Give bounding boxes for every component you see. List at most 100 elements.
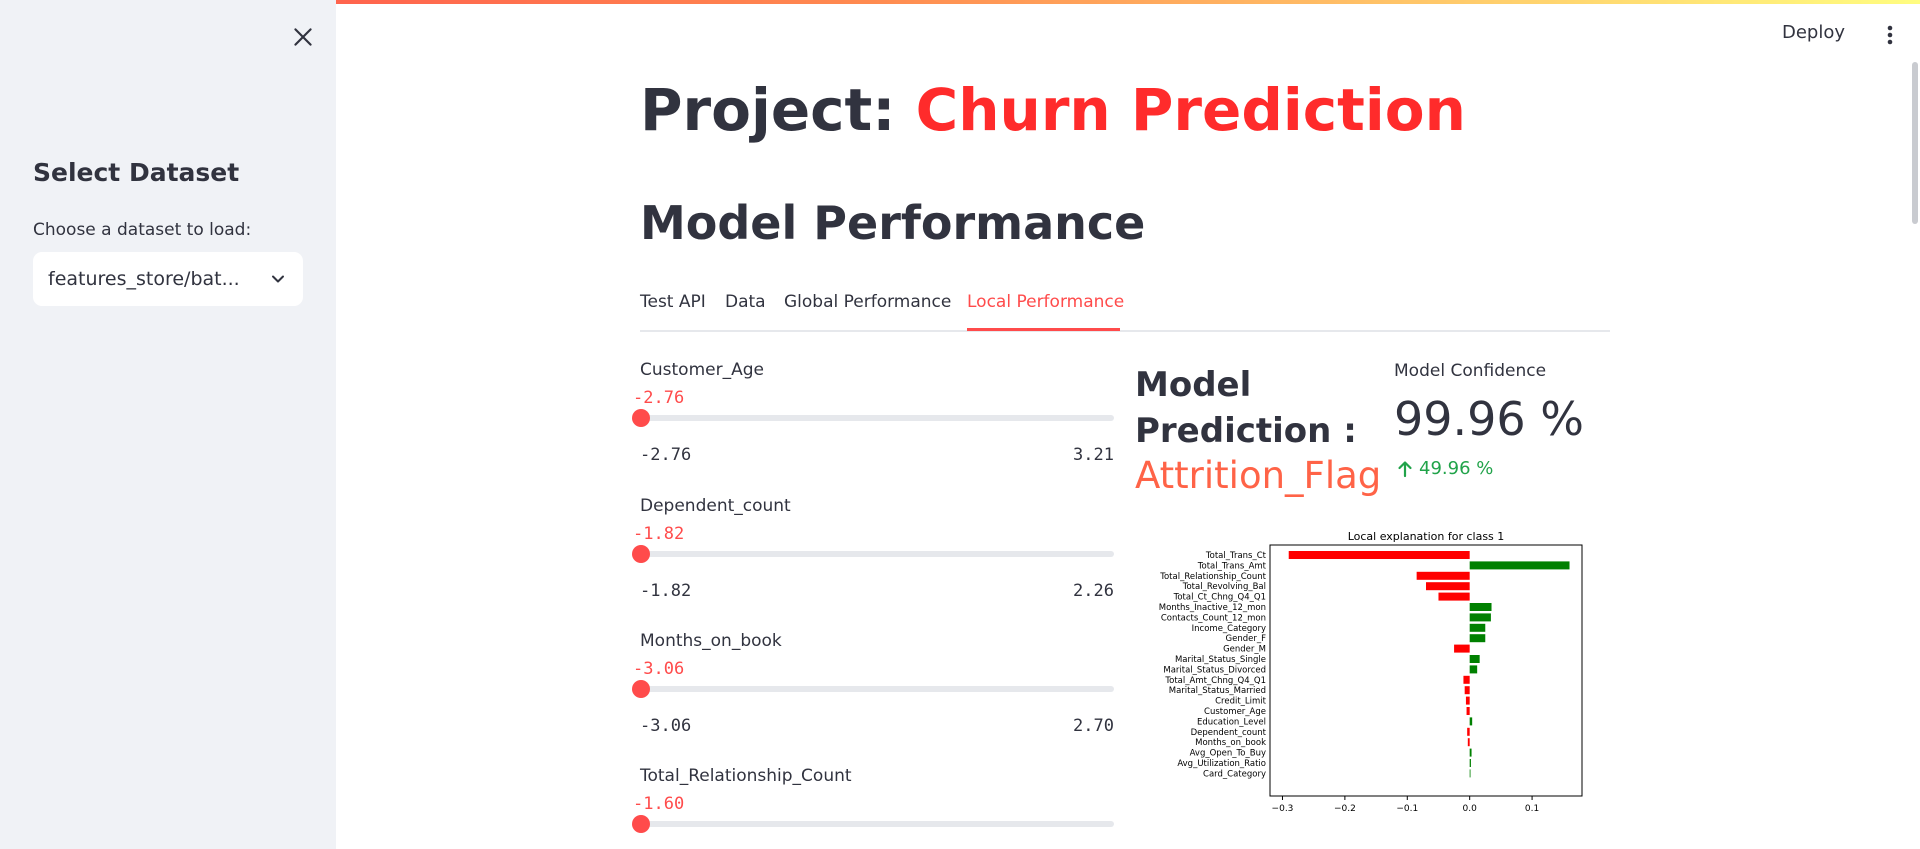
- slider-track[interactable]: [640, 686, 1114, 692]
- chart-bar: [1469, 769, 1471, 778]
- slider-thumb[interactable]: [632, 680, 650, 698]
- chevron-down-icon: [272, 275, 284, 283]
- chart-bar: [1454, 644, 1470, 653]
- local-explanation-chart: Local explanation for class 1 Total_Tran…: [1159, 530, 1583, 814]
- chart-y-tick-label: Income_Category: [1192, 624, 1266, 634]
- chart-bar: [1469, 748, 1472, 757]
- chart-y-tick-label: Education_Level: [1197, 717, 1266, 727]
- slider-thumb[interactable]: [632, 545, 650, 563]
- vertical-scrollbar[interactable]: [1912, 62, 1918, 224]
- slider-current-value: -1.82: [633, 524, 685, 544]
- prediction-label-line1: Model: [1135, 365, 1252, 405]
- close-icon: [294, 28, 312, 46]
- chart-y-tick-label: Avg_Open_To_Buy: [1190, 749, 1266, 759]
- chart-bar: [1469, 561, 1570, 570]
- slider-track[interactable]: [640, 821, 1114, 827]
- chart-y-tick-label: Total_Amt_Chng_Q4_Q1: [1164, 676, 1266, 686]
- chart-bar: [1469, 717, 1473, 726]
- chart-y-tick-label: Marital_Status_Single: [1175, 655, 1266, 665]
- chart-bar: [1469, 613, 1491, 622]
- arrow-up-icon: [1398, 460, 1412, 477]
- dataset-select[interactable]: features_store/bat...: [33, 252, 303, 306]
- dataset-select-label: Choose a dataset to load:: [33, 220, 252, 240]
- chart-y-tick-label: Marital_Status_Married: [1169, 686, 1266, 696]
- tab-bar: Test API Data Global Performance Local P…: [640, 288, 1610, 332]
- chart-y-tick-label: Months_Inactive_12_mon: [1159, 603, 1266, 613]
- chart-y-tick-label: Avg_Utilization_Ratio: [1177, 759, 1266, 769]
- slider-max-value: 2.26: [1073, 581, 1114, 601]
- chart-x-tick-label: 0.0: [1463, 804, 1478, 814]
- prediction-value: Attrition_Flag: [1135, 454, 1382, 497]
- chart-x-tick-label: −0.2: [1334, 804, 1356, 814]
- chart-bar: [1469, 759, 1471, 767]
- more-vertical-icon: [1887, 25, 1893, 45]
- chart-bar: [1416, 571, 1470, 580]
- chart-y-tick-label: Total_Trans_Ct: [1205, 551, 1267, 561]
- chart-bar: [1466, 707, 1470, 715]
- slider-dependent-count: Dependent_count -1.82 -1.82 2.26: [632, 496, 1114, 626]
- slider-min-value: -3.06: [640, 716, 692, 736]
- chart-title: Local explanation for class 1: [1348, 530, 1505, 543]
- chart-bar: [1469, 634, 1486, 643]
- active-tab-indicator: [967, 328, 1120, 331]
- title-project-name: Churn Prediction: [915, 76, 1466, 144]
- close-sidebar-button[interactable]: [290, 24, 316, 50]
- chart-x-tick-label: −0.3: [1272, 804, 1294, 814]
- dataset-select-value: features_store/bat...: [48, 268, 240, 290]
- slider-current-value: -2.76: [633, 388, 685, 408]
- slider-total-relationship-count: Total_Relationship_Count -1.60: [632, 766, 1114, 849]
- slider-min-value: -1.82: [640, 581, 692, 601]
- chart-y-tick-label: Total_Ct_Chng_Q4_Q1: [1173, 593, 1266, 603]
- slider-max-value: 2.70: [1073, 716, 1114, 736]
- section-heading: Model Performance: [640, 196, 1146, 250]
- slider-customer-age: Customer_Age -2.76 -2.76 3.21: [632, 360, 1114, 490]
- chart-bar: [1438, 592, 1470, 601]
- chart-bar: [1469, 655, 1480, 663]
- tab-local-performance[interactable]: Local Performance: [967, 292, 1124, 312]
- chart-bar: [1469, 603, 1492, 611]
- chart-bar: [1467, 738, 1470, 747]
- metric-delta-value: 49.96 %: [1419, 458, 1494, 479]
- title-prefix: Project:: [640, 76, 916, 144]
- chart-y-tick-label: Marital_Status_Divorced: [1163, 665, 1266, 675]
- slider-thumb[interactable]: [632, 409, 650, 427]
- sidebar-heading: Select Dataset: [33, 158, 240, 187]
- slider-track[interactable]: [640, 551, 1114, 557]
- prediction-label: Model Prediction :: [1135, 362, 1357, 454]
- chart-y-tick-label: Card_Category: [1203, 769, 1266, 779]
- chart-bar: [1467, 727, 1470, 736]
- chart-y-tick-label: Gender_M: [1223, 645, 1266, 655]
- slider-label: Total_Relationship_Count: [640, 766, 852, 786]
- slider-thumb[interactable]: [632, 815, 650, 833]
- slider-max-value: 3.21: [1073, 445, 1114, 465]
- chart-y-tick-label: Dependent_count: [1191, 728, 1267, 738]
- slider-min-value: -2.76: [640, 445, 692, 465]
- slider-track[interactable]: [640, 415, 1114, 421]
- tab-global-performance[interactable]: Global Performance: [784, 292, 951, 312]
- chart-bar: [1469, 665, 1478, 674]
- chart-bar: [1426, 582, 1470, 591]
- chart-y-tick-label: Gender_F: [1226, 634, 1267, 644]
- chart-bar: [1464, 686, 1470, 695]
- metric-delta: 49.96 %: [1397, 458, 1493, 479]
- chart-x-tick-label: −0.1: [1396, 804, 1418, 814]
- chart-bar: [1288, 551, 1470, 559]
- page-title: Project: Churn Prediction: [640, 76, 1466, 144]
- metric-label: Model Confidence: [1394, 361, 1547, 381]
- chart-x-tick-label: 0.1: [1525, 804, 1539, 814]
- prediction-label-line2: Prediction :: [1135, 411, 1357, 451]
- chart-bar: [1465, 696, 1470, 705]
- chart-y-tick-label: Total_Trans_Amt: [1197, 561, 1267, 571]
- chart-y-tick-label: Total_Revolving_Bal: [1182, 582, 1266, 592]
- slider-months-on-book: Months_on_book -3.06 -3.06 2.70: [632, 631, 1114, 761]
- tab-data[interactable]: Data: [725, 292, 766, 312]
- chart-bar: [1463, 675, 1470, 684]
- chart-y-tick-label: Credit_Limit: [1215, 697, 1267, 707]
- slider-label: Months_on_book: [640, 631, 782, 651]
- deploy-button[interactable]: Deploy: [1782, 22, 1845, 43]
- chart-y-tick-label: Customer_Age: [1204, 707, 1266, 717]
- metric-value: 99.96 %: [1394, 392, 1585, 446]
- sidebar: Select Dataset Choose a dataset to load:…: [0, 0, 336, 849]
- main-menu-button[interactable]: [1880, 22, 1900, 48]
- tab-test-api[interactable]: Test API: [640, 292, 706, 312]
